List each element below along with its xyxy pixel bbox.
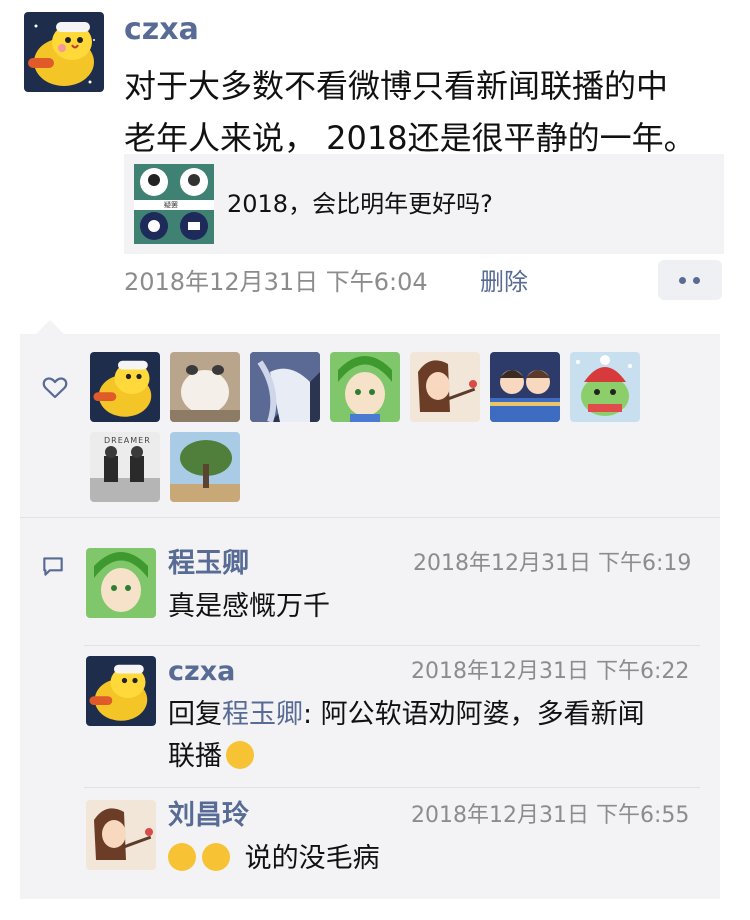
comment-text: 回复程玉卿: 阿公软语劝阿婆，多看新闻 联播 <box>168 694 708 778</box>
like-avatar[interactable] <box>410 352 480 422</box>
like-avatar[interactable] <box>330 352 400 422</box>
comment-icon <box>40 553 66 579</box>
divider <box>20 517 720 518</box>
comment-text: 真是感慨万千 <box>168 591 330 622</box>
comment-text: 说的没毛病 <box>168 838 380 880</box>
like-avatar[interactable] <box>90 352 160 422</box>
laughing-crying-face-icon <box>202 843 230 871</box>
post-author-name[interactable]: czxa <box>124 10 199 50</box>
comment-text-line: 说的没毛病 <box>244 843 380 874</box>
like-avatar[interactable] <box>170 432 240 502</box>
heart-icon <box>40 372 70 402</box>
comment-timestamp: 2018年12月31日 下午6:22 <box>411 659 690 684</box>
commenter-avatar[interactable] <box>86 656 156 726</box>
commenter-name[interactable]: 程玉卿 <box>168 546 249 582</box>
comment-text-line: : 阿公软语劝阿婆，多看新闻 <box>303 699 645 730</box>
commenter-avatar[interactable] <box>86 548 156 618</box>
dreamer-label: DREAMER <box>104 436 151 445</box>
reply-target-name[interactable]: 程玉卿 <box>222 699 303 730</box>
reply-prefix: 回复 <box>168 699 222 730</box>
shared-link-card[interactable]: 疑罢 2018，会比明年更好吗? <box>124 154 724 254</box>
like-avatar[interactable] <box>490 352 560 422</box>
thinking-face-icon <box>226 741 254 769</box>
post-timestamp: 2018年12月31日 下午6:04 <box>124 268 428 296</box>
commenter-name[interactable]: 刘昌玲 <box>168 798 249 834</box>
laughing-crying-face-icon <box>168 843 196 871</box>
like-avatar[interactable]: DREAMER <box>90 432 160 502</box>
post-text-line: 对于大多数不看微博只看新闻联播的中 <box>124 67 669 105</box>
comment-text-line: 联播 <box>168 741 222 772</box>
comment-timestamp: 2018年12月31日 下午6:19 <box>413 551 692 576</box>
link-card-title: 2018，会比明年更好吗? <box>227 190 493 218</box>
panel-pointer <box>36 320 64 334</box>
thumb-label: 疑罢 <box>164 201 178 209</box>
post-text: 对于大多数不看微博只看新闻联播的中 老年人来说， 2018还是很平静的一年。 <box>124 60 734 164</box>
like-avatar[interactable] <box>250 352 320 422</box>
more-actions-button[interactable] <box>658 260 722 300</box>
commenter-name[interactable]: czxa <box>168 654 235 690</box>
post-author-avatar[interactable] <box>24 12 104 92</box>
divider <box>84 787 700 788</box>
like-avatar[interactable] <box>170 352 240 422</box>
like-avatar[interactable] <box>570 352 640 422</box>
link-thumbnail: 疑罢 <box>134 164 214 244</box>
commenter-avatar[interactable] <box>86 800 156 870</box>
comment-timestamp: 2018年12月31日 下午6:55 <box>411 803 690 828</box>
delete-button[interactable]: 删除 <box>480 262 528 302</box>
divider <box>84 645 700 646</box>
